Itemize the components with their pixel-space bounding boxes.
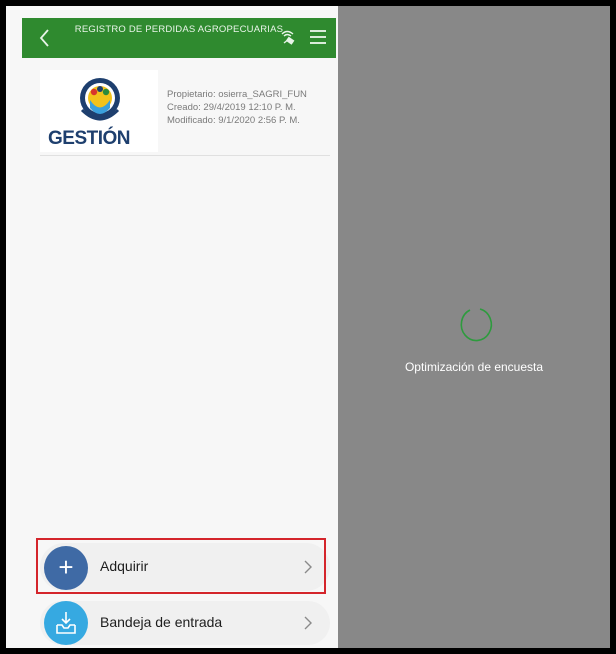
survey-owner: Propietario: osierra_SAGRI_FUN [167,89,307,100]
loading-spinner-icon [460,308,493,342]
inbox-download-icon [44,601,88,645]
survey-logo: GESTIÓN [40,70,158,152]
survey-metadata: Propietario: osierra_SAGRI_FUN Creado: 2… [167,88,307,127]
survey-card[interactable]: GESTIÓN Propietario: osierra_SAGRI_FUN C… [40,68,330,156]
chevron-left-icon[interactable] [36,26,54,50]
chevron-right-icon [304,616,312,630]
survey-modified: Modificado: 9/1/2020 2:56 P. M. [167,115,300,126]
app-header: REGISTRO DE PERDIDAS AGROPECUARIAS [22,18,336,58]
bandeja-de-entrada-button[interactable]: Bandeja de entrada [40,601,330,645]
survey-created: Creado: 29/4/2019 12:10 P. M. [167,102,296,113]
optimization-status: Optimización de encuesta [404,360,544,374]
bandeja-label: Bandeja de entrada [100,614,223,630]
header-title: REGISTRO DE PERDIDAS AGROPECUARIAS [74,24,284,35]
adquirir-highlight-box [36,538,326,594]
hamburger-menu-icon[interactable] [308,27,328,47]
logo-wordmark: GESTIÓN [48,128,131,149]
satellite-icon[interactable] [278,27,300,49]
